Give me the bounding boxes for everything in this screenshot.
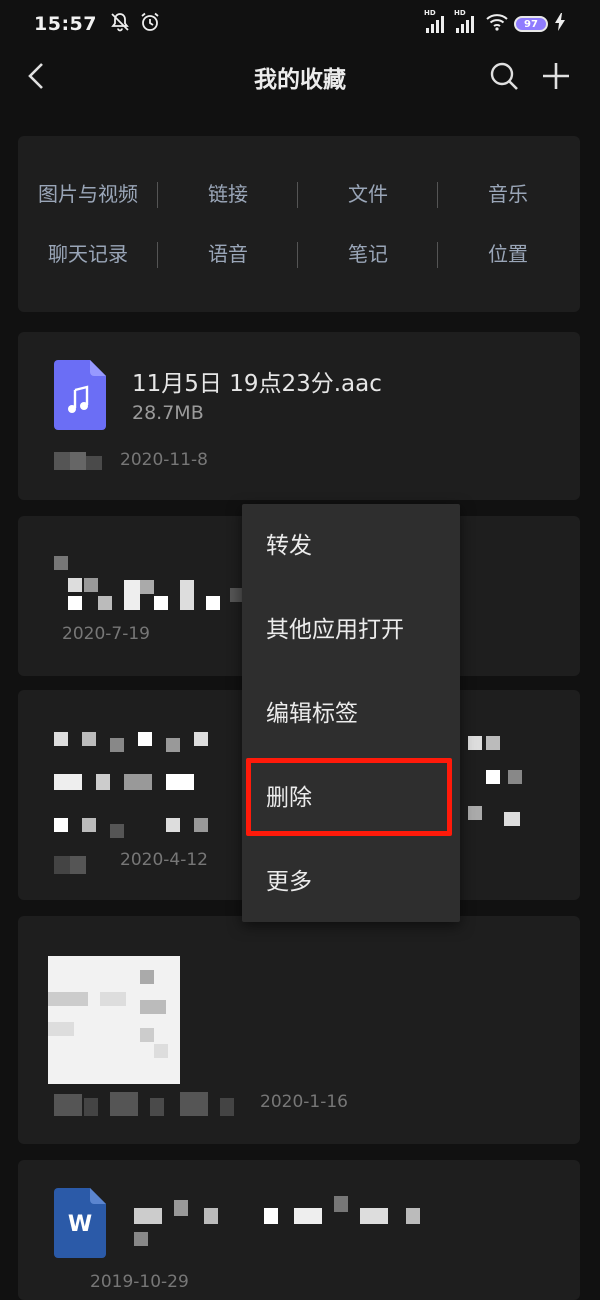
file-size: 28.7MB (132, 402, 204, 424)
status-bar: 15:57 HD HD 97 (0, 0, 600, 48)
item-date: 2020-11-8 (120, 450, 208, 470)
search-icon (490, 62, 518, 90)
back-button[interactable] (16, 56, 56, 96)
blurred-content (54, 732, 234, 842)
menu-item-edit-tags[interactable]: 编辑标签 (242, 672, 460, 756)
menu-item-forward[interactable]: 转发 (242, 504, 460, 588)
item-date: 2020-1-16 (260, 1092, 348, 1112)
blurred-content (54, 556, 254, 616)
charging-icon (554, 13, 566, 35)
mute-bell-icon (109, 11, 131, 37)
favorite-item-document[interactable]: W 2019-10-29 (18, 1160, 580, 1300)
item-date: 2019-10-29 (90, 1272, 189, 1292)
app-header: 我的收藏 (0, 52, 600, 102)
source-avatar-blurred (54, 452, 106, 470)
favorite-item-image[interactable]: 2020-1-16 (18, 916, 580, 1144)
category-links[interactable]: 链接 (158, 174, 298, 214)
category-files[interactable]: 文件 (298, 174, 438, 214)
add-button[interactable] (536, 56, 576, 96)
category-music[interactable]: 音乐 (438, 174, 578, 214)
avatar-blurred (54, 856, 106, 874)
alarm-icon (139, 11, 161, 37)
back-arrow-icon (28, 63, 43, 89)
plus-icon (543, 63, 569, 89)
file-name: 11月5日 19点23分.aac (132, 371, 382, 397)
source-avatar-blurred (54, 1092, 244, 1120)
signal-hd-label-2: HD (454, 9, 466, 17)
image-thumbnail (48, 956, 180, 1084)
signal-icon: HD (424, 9, 444, 33)
category-panel: 图片与视频 链接 文件 音乐 聊天记录 语音 笔记 位置 (18, 136, 580, 312)
category-location[interactable]: 位置 (438, 234, 578, 274)
category-images-videos[interactable]: 图片与视频 (18, 174, 158, 214)
search-button[interactable] (484, 56, 524, 96)
music-file-icon (54, 360, 106, 430)
signal-icon-2: HD (454, 9, 474, 33)
category-chat-history[interactable]: 聊天记录 (18, 234, 158, 274)
signal-hd-label: HD (424, 9, 436, 17)
delete-highlight-box (246, 758, 452, 836)
menu-item-open-with-other-app[interactable]: 其他应用打开 (242, 588, 460, 672)
wifi-icon (486, 13, 508, 35)
item-date: 2020-4-12 (120, 850, 208, 870)
context-menu: 转发 其他应用打开 编辑标签 删除 更多 (242, 504, 460, 922)
category-voice[interactable]: 语音 (158, 234, 298, 274)
category-notes[interactable]: 笔记 (298, 234, 438, 274)
menu-item-more[interactable]: 更多 (242, 840, 460, 924)
status-time: 15:57 (34, 13, 97, 35)
battery-icon: 97 (514, 16, 548, 32)
item-date: 2020-7-19 (62, 624, 150, 644)
category-row: 图片与视频 链接 文件 音乐 (18, 174, 580, 214)
word-file-icon: W (54, 1188, 106, 1258)
word-icon-label: W (67, 1212, 93, 1237)
blurred-content-right (468, 736, 558, 836)
category-row: 聊天记录 语音 笔记 位置 (18, 234, 580, 274)
favorite-item-audio[interactable]: 11月5日 19点23分.aac 28.7MB 2020-11-8 (18, 332, 580, 500)
blurred-content (134, 1190, 454, 1250)
